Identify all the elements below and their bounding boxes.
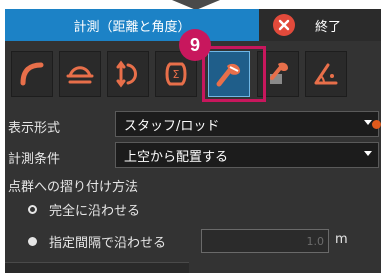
step-number-badge: 9	[179, 29, 211, 61]
staff-place-icon	[270, 62, 288, 84]
svg-text:Σ: Σ	[173, 68, 180, 81]
interval-value: 1.0	[306, 234, 325, 248]
close-icon	[273, 14, 295, 36]
interval-unit: m	[335, 232, 348, 247]
area-measure-icon: Σ	[165, 62, 187, 86]
step-highlight-frame	[202, 46, 266, 102]
curve-measure-tool[interactable]	[11, 51, 53, 97]
bottom-button-edge	[5, 262, 189, 273]
display-format-value: スタッフ/ロッド	[124, 118, 220, 134]
height-measure-icon	[116, 60, 137, 88]
fit-option-full-label: 完全に沿わせる	[49, 204, 141, 219]
fit-option-interval[interactable]: 指定間隔で沿わせる	[28, 232, 166, 251]
radio-unselected-icon	[28, 205, 37, 214]
angle-measure-icon	[314, 63, 338, 85]
angle-measure-tool[interactable]	[305, 51, 347, 97]
fit-option-interval-label: 指定間隔で沿わせる	[49, 236, 167, 251]
curve-measure-icon	[20, 62, 44, 86]
height-measure-tool[interactable]	[107, 51, 149, 97]
fit-method-label: 点群への摺り付け方法	[8, 180, 139, 195]
window-title: 計測（距離と角度）	[5, 9, 259, 41]
indicator-dot	[372, 120, 381, 129]
chevron-down-icon	[364, 151, 372, 156]
chevron-down-icon	[364, 120, 372, 125]
display-format-label: 表示形式	[8, 121, 61, 136]
radio-selected-icon	[28, 237, 37, 246]
close-button[interactable]: 終了	[273, 12, 379, 38]
cross-section-tool[interactable]	[59, 51, 101, 97]
close-button-label: 終了	[315, 19, 342, 35]
fit-option-full[interactable]: 完全に沿わせる	[28, 200, 140, 219]
measure-condition-label: 計測条件	[8, 152, 61, 167]
interval-input[interactable]: 1.0	[201, 229, 329, 253]
display-format-select[interactable]: スタッフ/ロッド	[115, 111, 379, 137]
cross-section-icon	[66, 66, 94, 84]
measure-condition-value: 上空から配置する	[124, 149, 229, 165]
measure-condition-select[interactable]: 上空から配置する	[115, 142, 379, 168]
